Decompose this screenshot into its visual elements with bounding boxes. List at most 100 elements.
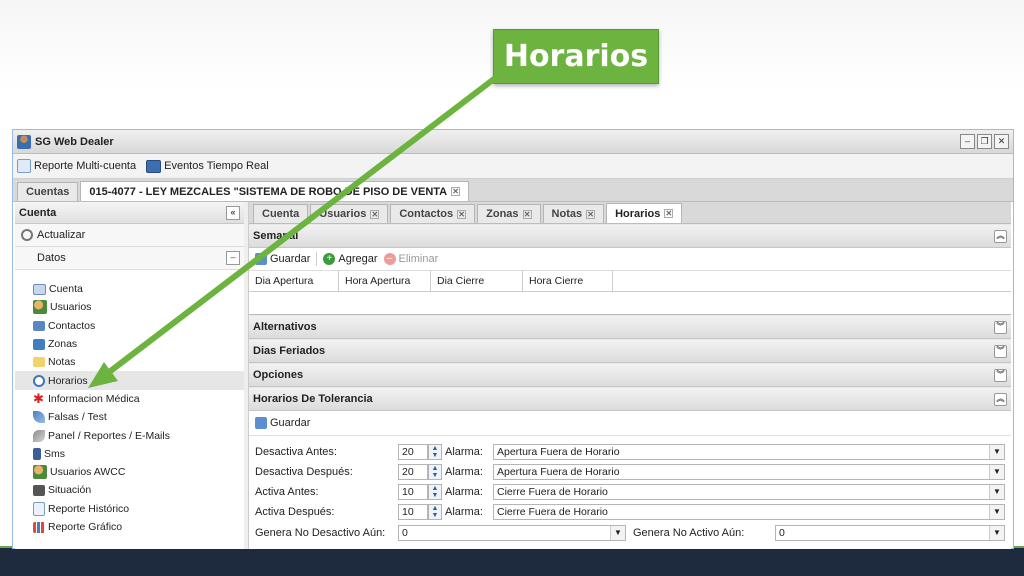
slide-bottom-bar: [0, 548, 1024, 576]
nav-cuenta[interactable]: Cuenta: [15, 280, 244, 298]
nav-usuarios-awcc[interactable]: Usuarios AWCC: [15, 463, 244, 481]
genera-no-desactivo-select[interactable]: 0 ▼: [398, 525, 626, 541]
alternativos-title: Alternativos: [253, 321, 317, 333]
chevron-down-icon[interactable]: ▼: [989, 526, 1004, 540]
tolerancia-save-button[interactable]: Guardar: [255, 417, 310, 429]
spinner-icon[interactable]: ▲ ▼: [428, 504, 442, 520]
tab-horarios[interactable]: Horarios ✕: [606, 203, 683, 223]
nav-contactos[interactable]: Contactos: [15, 317, 244, 335]
genera-no-activo-select[interactable]: 0 ▼: [775, 525, 1005, 541]
chevron-down-icon[interactable]: ▼: [610, 526, 625, 540]
nav-panel-reportes[interactable]: Panel / Reportes / E-Mails: [15, 426, 244, 444]
col-dia-cierre[interactable]: Dia Cierre: [431, 271, 523, 291]
chevron-down-icon[interactable]: ▼: [989, 485, 1004, 499]
expand-down-icon[interactable]: ︾: [994, 344, 1007, 358]
tab-usuarios-label: Usuarios: [319, 208, 367, 220]
tab-usuarios[interactable]: Usuarios ✕: [310, 204, 389, 223]
genera-no-activo-value: 0: [779, 527, 785, 539]
add-icon: +: [323, 253, 336, 265]
close-tab-icon[interactable]: ✕: [586, 209, 596, 219]
collapse-up-icon[interactable]: ︽: [994, 229, 1007, 243]
tab-account-detail[interactable]: 015-4077 - LEY MEZCALES "SISTEMA DE ROBO…: [80, 181, 470, 201]
real-time-events-button[interactable]: Eventos Tiempo Real: [146, 159, 269, 173]
nav-horarios[interactable]: Horarios: [15, 371, 244, 390]
tab-notas[interactable]: Notas ✕: [542, 204, 605, 223]
main-toolbar: Reporte Multi-cuenta Eventos Tiempo Real: [13, 154, 1013, 179]
card-icon: [33, 283, 46, 295]
dias-feriados-section-header[interactable]: Dias Feriados ︾: [249, 339, 1011, 363]
col-dia-apertura[interactable]: Dia Apertura: [249, 271, 339, 291]
close-tab-icon[interactable]: ✕: [451, 187, 461, 196]
semanal-save-button[interactable]: Guardar: [255, 253, 310, 265]
close-button[interactable]: ✕: [994, 134, 1009, 149]
tolerancia-section-header[interactable]: Horarios De Tolerancia ︽: [249, 387, 1011, 411]
activa-antes-input[interactable]: 10: [398, 484, 428, 500]
report-multi-account-button[interactable]: Reporte Multi-cuenta: [17, 159, 136, 173]
collapse-datos-icon[interactable]: –: [226, 251, 240, 265]
alarma-label: Alarma:: [445, 486, 483, 498]
expand-down-icon[interactable]: ︾: [994, 320, 1007, 334]
collapse-left-icon[interactable]: «: [226, 205, 240, 220]
nav-informacion-medica[interactable]: ✱ Informacion Médica: [15, 390, 244, 408]
alarma-select-3[interactable]: Cierre Fuera de Horario ▼: [493, 484, 1005, 500]
tab-account-detail-label: 015-4077 - LEY MEZCALES "SISTEMA DE ROBO…: [89, 185, 448, 198]
alarma-select-2-value: Apertura Fuera de Horario: [497, 466, 620, 478]
tolerancia-title: Horarios De Tolerancia: [253, 393, 373, 405]
close-tab-icon[interactable]: ✕: [522, 209, 532, 219]
alarma-select-1[interactable]: Apertura Fuera de Horario ▼: [493, 444, 1005, 460]
users-icon: [33, 300, 47, 315]
right-panel: Cuenta Usuarios ✕ Contactos ✕ Zonas ✕ Notas…: [249, 202, 1011, 549]
nav-horarios-label: Horarios: [48, 374, 88, 387]
user-icon: [17, 134, 31, 149]
nav-reporte-grafico-label: Reporte Gráfico: [48, 521, 123, 533]
add-button[interactable]: + Agregar: [323, 253, 378, 265]
tab-horarios-label: Horarios: [615, 207, 661, 220]
tab-cuenta[interactable]: Cuenta: [253, 204, 309, 223]
tab-cuentas[interactable]: Cuentas: [17, 182, 79, 201]
minimize-button[interactable]: –: [960, 134, 975, 149]
spinner-icon[interactable]: ▲ ▼: [428, 444, 442, 460]
tab-contactos[interactable]: Contactos ✕: [390, 204, 476, 223]
semanal-title: Semanal: [253, 230, 299, 242]
tab-zonas[interactable]: Zonas ✕: [477, 204, 541, 223]
nav-usuarios[interactable]: Usuarios: [15, 298, 244, 316]
nav-zonas[interactable]: Zonas: [15, 335, 244, 353]
alarma-select-4[interactable]: Cierre Fuera de Horario ▼: [493, 504, 1005, 520]
nav-falsas-test[interactable]: Falsas / Test: [15, 408, 244, 426]
semanal-save-label: Guardar: [270, 253, 311, 265]
close-tab-icon[interactable]: ✕: [370, 209, 380, 219]
nav-reporte-historico[interactable]: Reporte Histórico: [15, 500, 244, 518]
chevron-down-icon[interactable]: ▼: [989, 445, 1004, 459]
chevron-down-icon[interactable]: ▼: [989, 465, 1004, 479]
semanal-section-header[interactable]: Semanal ︽: [249, 224, 1011, 248]
nav-reporte-grafico[interactable]: Reporte Gráfico: [15, 518, 244, 536]
desactiva-despues-input[interactable]: 20: [398, 464, 428, 480]
spinner-icon[interactable]: ▲ ▼: [428, 484, 442, 500]
nav-usuarios-awcc-label: Usuarios AWCC: [50, 466, 126, 479]
opciones-section-header[interactable]: Opciones ︾: [249, 363, 1011, 387]
activa-despues-input[interactable]: 10: [398, 504, 428, 520]
callout-label: Horarios: [493, 29, 659, 84]
col-hora-cierre[interactable]: Hora Cierre: [523, 271, 613, 291]
restore-button[interactable]: ❐: [977, 134, 992, 149]
desactiva-antes-input[interactable]: 20: [398, 444, 428, 460]
nav-sms[interactable]: Sms: [15, 445, 244, 463]
report-icon: [33, 501, 45, 516]
nav-situacion[interactable]: Situación: [15, 481, 244, 499]
spinner-icon[interactable]: ▲ ▼: [428, 464, 442, 480]
nav-notas[interactable]: Notas: [15, 353, 244, 371]
expand-down-icon[interactable]: ︾: [994, 368, 1007, 382]
delete-button[interactable]: – Eliminar: [383, 253, 438, 265]
refresh-button[interactable]: Actualizar: [15, 224, 244, 247]
close-tab-icon[interactable]: ✕: [457, 209, 467, 219]
alarma-select-2[interactable]: Apertura Fuera de Horario ▼: [493, 464, 1005, 480]
chevron-down-icon[interactable]: ▼: [989, 505, 1004, 519]
alternativos-section-header[interactable]: Alternativos ︾: [249, 315, 1011, 339]
tab-zonas-label: Zonas: [486, 208, 519, 220]
tolerancia-save-label: Guardar: [270, 417, 311, 429]
feather-icon: [33, 411, 45, 424]
datos-section-header[interactable]: Datos –: [15, 247, 244, 270]
close-tab-icon[interactable]: ✕: [664, 209, 674, 218]
col-hora-apertura[interactable]: Hora Apertura: [339, 271, 431, 291]
collapse-up-icon[interactable]: ︽: [994, 392, 1007, 406]
